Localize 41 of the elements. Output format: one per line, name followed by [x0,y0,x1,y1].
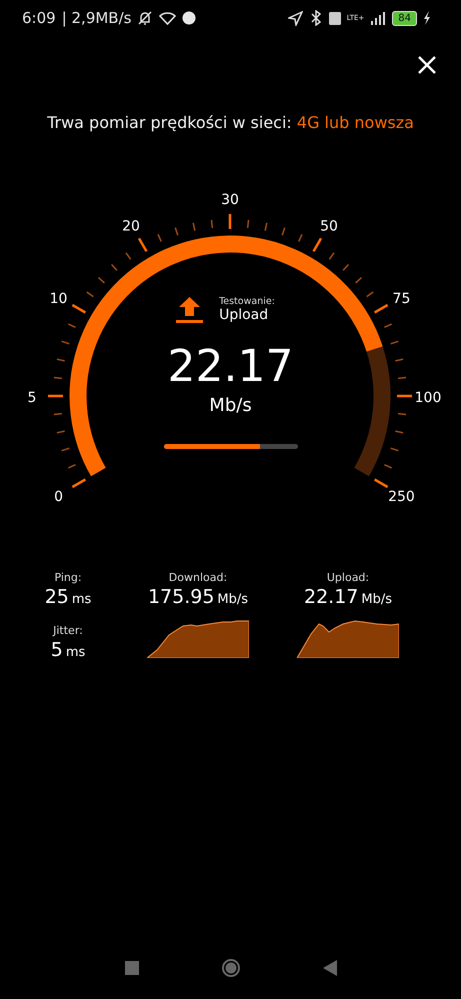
gauge-scale-label: 100 [414,390,442,406]
jitter-unit: ms [66,645,86,660]
phase-label: Testowanie: [219,296,275,307]
upload-icon [176,296,204,322]
battery-level: 84 [392,10,417,26]
clock: 6:09 [22,9,56,27]
gauge-scale-label: 250 [388,489,415,505]
muted-bell-icon [137,10,154,26]
gauge-scale-label: 10 [50,291,68,307]
ping-label: Ping: [54,571,82,584]
upload-value: 22.17 [304,586,358,608]
recents-button[interactable] [124,961,138,975]
measurement-title: Trwa pomiar prędkości w sieci: 4G lub nowsza [46,113,415,132]
ping-value: 25 [44,586,69,608]
charging-icon [423,11,431,25]
phase-name: Upload [219,307,270,323]
download-value: 175.95 [148,586,214,608]
home-button[interactable] [220,958,240,978]
signal-icon [370,12,386,24]
bluetooth-icon [308,10,323,26]
back-button[interactable] [322,960,336,976]
upload-label: Upload: [326,571,370,584]
network-speed: | 2,9MB/s [62,9,132,27]
speed-unit: Mb/s [209,395,252,416]
jitter-label: Jitter: [53,624,83,637]
close-button[interactable] [417,55,437,75]
download-unit: Mb/s [217,592,248,607]
wifi-icon [159,11,176,25]
location-arrow-icon [288,10,303,26]
dot-icon [182,11,196,25]
jitter-value: 5 [50,639,63,661]
speed-value: 22.17 [168,345,294,389]
ping-unit: ms [72,592,92,607]
download-label: Download: [168,571,228,584]
gauge-scale-label: 30 [221,192,239,208]
gauge-scale-label: 75 [392,291,410,307]
gauge-scale-label: 50 [320,218,338,235]
gauge-scale-label: 5 [28,390,36,406]
gauge-scale-label: 0 [54,489,63,505]
gauge-scale-label: 20 [122,218,140,235]
upload-unit: Mb/s [361,592,392,607]
